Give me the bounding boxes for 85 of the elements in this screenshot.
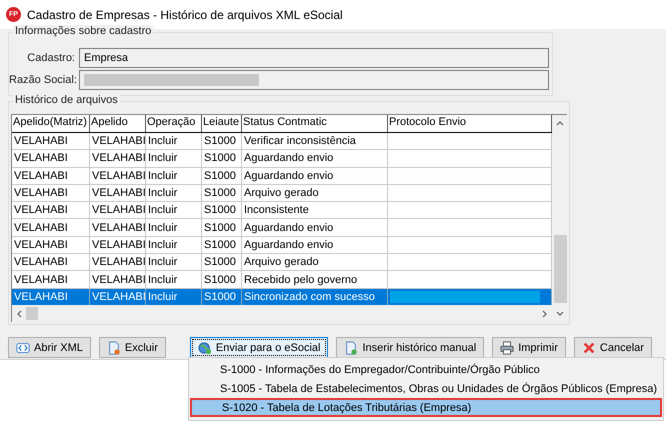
table-cell: VELAHABI — [12, 184, 90, 202]
group-title: Histórico de arquivos — [13, 94, 120, 106]
table-cell: VELAHABI — [12, 254, 90, 272]
table-cell: S1000 — [202, 254, 242, 272]
table-cell: VELAHABI — [90, 133, 146, 150]
window-title: Cadastro de Empresas - Histórico de arquivos XML eSocial — [27, 8, 343, 22]
table-cell: S1000 — [202, 168, 242, 185]
table-cell: Incluir — [146, 150, 202, 168]
table-cell: VELAHABI — [90, 219, 146, 237]
column-header[interactable]: Apelido — [90, 115, 146, 132]
group-title: Informações sobre cadastro — [13, 25, 154, 37]
table-cell: Arquivo gerado — [242, 184, 388, 202]
table-cell: VELAHABI — [90, 254, 146, 272]
scroll-left-icon[interactable] — [17, 310, 22, 318]
text-field[interactable] — [79, 70, 549, 90]
table-cell: Incluir — [146, 219, 202, 237]
menu-item[interactable]: S-1000 - Informações do Empregador/Contribuinte/Órgão Público — [190, 360, 662, 379]
table-cell: S1000 — [202, 184, 242, 202]
table-cell: S1000 — [202, 219, 242, 237]
button[interactable]: Cancelar — [574, 337, 652, 358]
table-row[interactable]: VELAHABI VELAHABI Incluir S1000 Aguardando envio — [12, 236, 552, 254]
column-header[interactable]: Apelido(Matriz) — [12, 115, 90, 132]
table-cell: Aguardando envio — [242, 219, 388, 237]
table-cell: VELAHABI — [90, 202, 146, 220]
button[interactable]: Excluir — [98, 337, 166, 358]
button[interactable]: Imprimir — [492, 337, 566, 358]
table-cell: VELAHABI — [12, 150, 90, 168]
button[interactable]: Enviar para o eSocial — [190, 337, 328, 358]
column-header[interactable]: Operação — [146, 115, 202, 132]
menu-item[interactable]: S-1005 - Tabela de Estabelecimentos, Obras ou Unidades de Órgãos Públicos (Empresa) — [190, 379, 662, 398]
table-cell: VELAHABI — [90, 150, 146, 168]
scroll-up-icon[interactable] — [556, 121, 564, 126]
horizontal-scrollbar[interactable] — [12, 305, 552, 322]
menu-item[interactable]: S-1020 - Tabela de Lotações Tributárias (Empresa) — [190, 398, 662, 417]
table-row[interactable]: VELAHABI VELAHABI Incluir S1000 Arquivo gerado — [12, 254, 552, 272]
vertical-scrollbar[interactable] — [552, 115, 568, 322]
button[interactable]: Inserir histórico manual — [336, 337, 484, 358]
table-cell: Incluir — [146, 202, 202, 220]
table-cell: VELAHABI — [90, 236, 146, 254]
printer-icon — [500, 340, 514, 354]
table-cell: Aguardando envio — [242, 236, 388, 254]
table-cell: Inconsistente — [242, 202, 388, 220]
table-cell: VELAHABI — [12, 168, 90, 185]
table-cell: S1000 — [202, 202, 242, 220]
column-header[interactable]: Protocolo Envio — [388, 115, 552, 132]
scroll-down-icon[interactable] — [556, 311, 564, 316]
button[interactable]: Abrir XML — [8, 337, 91, 358]
table-row[interactable]: VELAHABI VELAHABI Incluir S1000 Verificar inconsistência — [12, 133, 552, 150]
table-cell: S1000 — [202, 133, 242, 150]
table-cell: VELAHABI — [12, 202, 90, 220]
close-icon — [582, 340, 596, 354]
table-cell: Incluir — [146, 133, 202, 150]
table-row[interactable]: VELAHABI VELAHABI Incluir S1000 Inconsistente — [12, 202, 552, 220]
document-icon — [106, 340, 121, 354]
table-cell: Arquivo gerado — [242, 254, 388, 272]
column-header[interactable]: Leiaute — [202, 115, 242, 132]
text-field[interactable]: Empresa — [79, 48, 549, 68]
table-cell: VELAHABI — [90, 184, 146, 202]
table-cell: Incluir — [146, 184, 202, 202]
table-row[interactable]: VELAHABI VELAHABI Incluir S1000 Arquivo gerado — [12, 184, 552, 202]
table-cell: Incluir — [146, 168, 202, 185]
table-cell: S1000 — [202, 150, 242, 168]
table-row[interactable]: VELAHABI VELAHABI Incluir S1000 Aguardando envio — [12, 219, 552, 237]
table-cell: VELAHABI — [12, 133, 90, 150]
table-cell: VELAHABI — [12, 219, 90, 237]
table-row[interactable]: VELAHABI VELAHABI Incluir S1000 Aguardando envio — [12, 150, 552, 168]
table-cell: Incluir — [146, 254, 202, 272]
table-row[interactable]: VELAHABI VELAHABI Incluir S1000 Sincronizado com sucesso — [12, 288, 552, 305]
table-cell: Aguardando envio — [242, 168, 388, 185]
xml-icon — [16, 340, 30, 354]
table-cell: Incluir — [146, 236, 202, 254]
table-row[interactable]: VELAHABI VELAHABI Incluir S1000 Aguardando envio — [12, 168, 552, 185]
table-cell: VELAHABI — [90, 168, 146, 185]
table-cell: Aguardando envio — [242, 150, 388, 168]
column-header[interactable]: Status Contmatic — [242, 115, 388, 132]
globe-icon — [198, 340, 212, 354]
scrollbar-thumb[interactable] — [26, 307, 38, 320]
table-cell: Verificar inconsistência — [242, 133, 388, 150]
table-cell: S1000 — [202, 236, 242, 254]
table-cell: VELAHABI — [12, 236, 90, 254]
field-label: Razão Social: — [9, 74, 78, 86]
document-icon — [344, 340, 358, 354]
field-label: Cadastro: — [26, 52, 76, 64]
scroll-right-icon[interactable] — [542, 310, 547, 318]
scrollbar-thumb[interactable] — [554, 235, 566, 303]
